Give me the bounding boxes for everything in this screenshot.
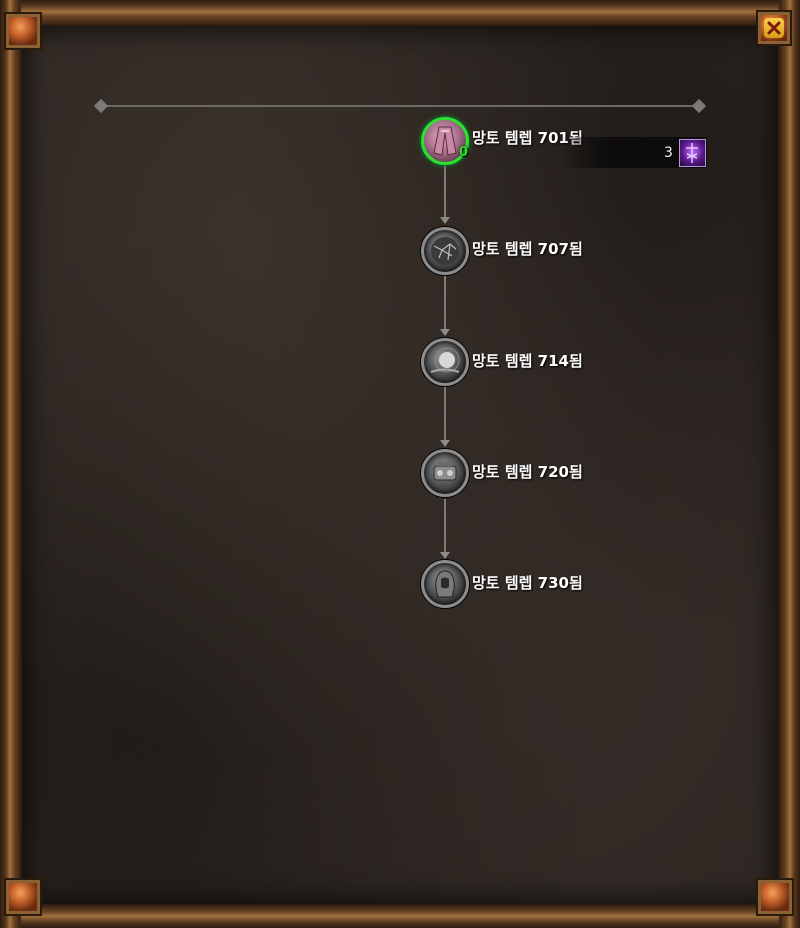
header-divider [92, 98, 708, 114]
hooded-figure-icon[interactable] [421, 560, 469, 608]
reward-quantity: 3 [664, 145, 673, 161]
chain-arrow [440, 440, 450, 447]
corner-bolt-bottom-right [758, 880, 792, 914]
chain-connector [444, 499, 446, 557]
glowing-orb-icon[interactable] [421, 338, 469, 386]
corner-bolt-bottom-left [6, 880, 40, 914]
chain-arrow [440, 552, 450, 559]
cloak-icon[interactable]: 0 [421, 117, 469, 165]
close-x-icon [764, 18, 784, 38]
chain-connector [444, 387, 446, 445]
chain-connector [444, 276, 446, 334]
purple-rune-icon[interactable] [679, 139, 706, 167]
machine-icon[interactable] [421, 449, 469, 497]
chain-node-label: 망토 템렙 730됨 [472, 574, 583, 592]
chain-node-label: 망토 템렙 707됨 [472, 240, 583, 258]
chain-connector [444, 164, 446, 222]
cracked-orb-icon[interactable] [421, 227, 469, 275]
chain-arrow [440, 329, 450, 336]
close-button[interactable] [758, 12, 790, 44]
chain-arrow [440, 217, 450, 224]
chain-node-label: 망토 템렙 714됨 [472, 352, 583, 370]
chain-node-label: 망토 템렙 720됨 [472, 463, 583, 481]
quest-count-badge: 0 [458, 145, 468, 160]
corner-bolt-top-left [6, 14, 40, 48]
